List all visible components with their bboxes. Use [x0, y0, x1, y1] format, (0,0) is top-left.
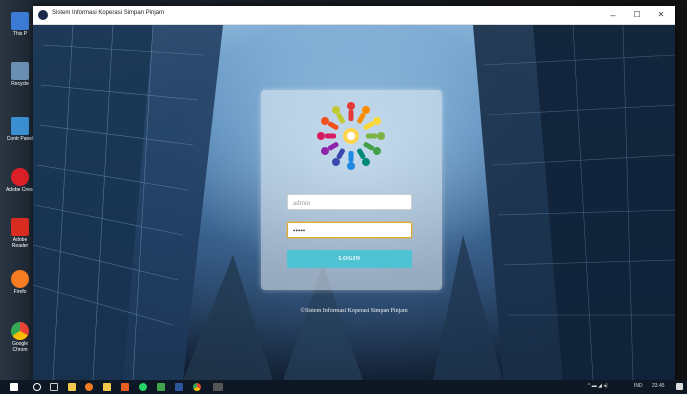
desktop-icon-recycle-bin[interactable]: Recycle — [4, 62, 36, 87]
desktop-icon-label: Firefo — [13, 289, 27, 295]
desktop-icon-label: Google Chrom — [11, 341, 29, 353]
recycle-bin-icon — [11, 62, 29, 80]
tray-icons[interactable]: ^ ▬ ◢ ◂) — [588, 383, 608, 389]
desktop-icon-adobe-reader[interactable]: Adobe Reader — [4, 218, 36, 249]
window-title: Sistem Informasi Koperasi Simpan Pinjam — [52, 10, 165, 16]
desktop-icon-this-pc[interactable]: This P — [4, 12, 36, 37]
notification-icon[interactable] — [676, 383, 683, 390]
task-view-icon[interactable] — [50, 383, 58, 391]
desktop-icon-label: Contr Panel — [6, 136, 34, 142]
firefox-icon[interactable] — [85, 383, 93, 391]
adobe-cc-icon — [11, 168, 29, 186]
file-manager-icon[interactable] — [103, 383, 111, 391]
word-icon[interactable] — [175, 383, 183, 391]
chrome-icon — [11, 322, 29, 340]
search-icon[interactable] — [33, 383, 41, 391]
input-language[interactable]: IND — [634, 383, 643, 389]
minimize-button[interactable]: – — [603, 8, 623, 22]
desktop-icon-label: Recycle — [11, 81, 29, 87]
app-icon — [38, 10, 48, 20]
desktop-icon-firefox[interactable]: Firefo — [4, 270, 36, 295]
desktop-icon-adobe-creative-cloud[interactable]: Adobe Creat — [4, 168, 36, 193]
cooperative-people-circle-logo — [317, 102, 385, 170]
taskbar: ^ ▬ ◢ ◂) IND 23.45 — [0, 380, 687, 394]
chrome-icon[interactable] — [193, 383, 201, 391]
adobe-reader-icon — [11, 218, 29, 236]
taskbar-clock[interactable]: 23.45 — [652, 383, 665, 389]
username-input[interactable]: admin — [287, 194, 412, 210]
firefox-icon — [11, 270, 29, 288]
close-button[interactable]: ✕ — [651, 8, 671, 22]
whatsapp-icon[interactable] — [139, 383, 147, 391]
desktop-icon-control-panel[interactable]: Contr Panel — [4, 117, 36, 142]
control-panel-icon — [11, 117, 29, 135]
login-page: admin ••••• LOGIN ©Sistem Informasi Kope… — [33, 25, 675, 380]
windows-start-icon[interactable] — [10, 383, 18, 391]
app-icon[interactable] — [157, 383, 165, 391]
password-input[interactable]: ••••• — [287, 222, 412, 238]
desktop-icon-label: Adobe Reader — [11, 237, 29, 249]
desktop-icon-label: This P — [12, 31, 28, 37]
app-window: Sistem Informasi Koperasi Simpan Pinjam … — [33, 6, 675, 380]
login-button[interactable]: LOGIN — [287, 250, 412, 268]
footer-copyright: ©Sistem Informasi Koperasi Simpan Pinjam — [300, 308, 408, 314]
file-explorer-icon[interactable] — [68, 383, 76, 391]
window-titlebar[interactable]: Sistem Informasi Koperasi Simpan Pinjam … — [33, 6, 675, 25]
computer-icon — [11, 12, 29, 30]
desktop-icon-google-chrome[interactable]: Google Chrom — [4, 322, 36, 353]
maximize-button[interactable]: ☐ — [627, 8, 647, 22]
desktop-icon-label: Adobe Creat — [5, 187, 35, 193]
app-icon-2[interactable] — [213, 383, 223, 391]
office-icon[interactable] — [121, 383, 129, 391]
login-card: admin ••••• LOGIN — [261, 90, 442, 290]
